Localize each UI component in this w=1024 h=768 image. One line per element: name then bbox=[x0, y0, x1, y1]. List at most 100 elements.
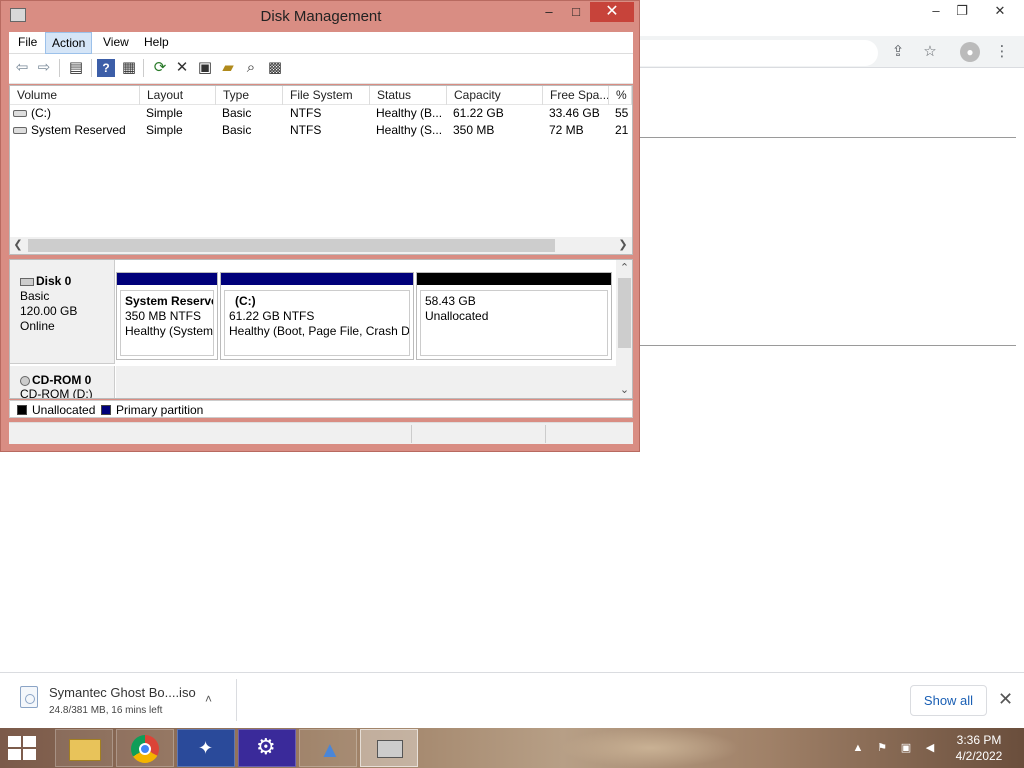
menu-file[interactable]: File bbox=[12, 32, 43, 54]
network-icon[interactable]: ▣ bbox=[898, 740, 914, 756]
table-row[interactable]: (C:) Simple Basic NTFS Healthy (B... 61.… bbox=[10, 105, 632, 122]
column-header-capacity[interactable]: Capacity bbox=[447, 86, 543, 105]
volume-list-header: Volume Layout Type File System Status Ca… bbox=[10, 86, 632, 105]
percent-free-cell: 21 bbox=[615, 123, 629, 137]
clock[interactable]: 3:36 PM 4/2/2022 bbox=[948, 732, 1010, 764]
partition-bar bbox=[221, 273, 413, 285]
delete-icon[interactable]: ✕ bbox=[173, 59, 191, 77]
console-tree-icon[interactable]: ▤ bbox=[67, 59, 85, 77]
cdrom-0-info[interactable]: CD-ROM 0 CD-ROM (D:) bbox=[10, 366, 115, 398]
disk-properties-icon[interactable]: ▩ bbox=[266, 59, 284, 77]
partition-status: Healthy (Boot, Page File, Crash Du bbox=[229, 324, 410, 338]
legend: Unallocated Primary partition bbox=[9, 400, 633, 418]
disk-size: 120.00 GB bbox=[20, 304, 78, 318]
close-download-bar-icon[interactable]: ✕ bbox=[998, 689, 1013, 710]
show-all-button[interactable]: Show all bbox=[910, 685, 987, 716]
settings-icon[interactable]: ▣ bbox=[196, 59, 214, 77]
capacity-cell: 350 MB bbox=[453, 123, 495, 137]
partition-size: 61.22 GB NTFS bbox=[229, 309, 315, 323]
forward-icon[interactable]: ⇨ bbox=[35, 59, 53, 77]
chrome-icon[interactable] bbox=[116, 729, 174, 767]
menu-action[interactable]: Action bbox=[45, 32, 93, 54]
close-button[interactable]: ✕ bbox=[590, 2, 634, 22]
app-icon[interactable]: ✦ bbox=[177, 729, 235, 767]
open-icon[interactable]: ▰ bbox=[219, 59, 237, 77]
status-separator bbox=[411, 425, 412, 443]
browser-minimize-button[interactable]: – bbox=[926, 2, 946, 20]
back-icon[interactable]: ⇦ bbox=[13, 59, 31, 77]
kebab-menu-icon[interactable]: ⋮ bbox=[994, 44, 1010, 60]
file-icon bbox=[20, 686, 38, 708]
scrollbar-thumb[interactable] bbox=[618, 278, 631, 348]
chevron-up-icon[interactable]: ˄ bbox=[205, 692, 212, 706]
divider bbox=[638, 137, 1016, 138]
partition-c[interactable]: (C:) 61.22 GB NTFS Healthy (Boot, Page F… bbox=[220, 272, 414, 360]
clock-date: 4/2/2022 bbox=[955, 749, 1003, 763]
column-header-percent-free[interactable]: % F bbox=[609, 86, 632, 105]
legend-label-primary: Primary partition bbox=[116, 403, 204, 417]
status-bar bbox=[9, 422, 633, 444]
partition-status: Unallocated bbox=[425, 309, 489, 323]
column-header-layout[interactable]: Layout bbox=[140, 86, 216, 105]
scroll-up-icon[interactable]: ⌃ bbox=[616, 260, 632, 276]
column-header-status[interactable]: Status bbox=[370, 86, 447, 105]
disk-0-info[interactable]: Disk 0 Basic 120.00 GB Online bbox=[10, 260, 115, 364]
volume-list: Volume Layout Type File System Status Ca… bbox=[9, 85, 633, 255]
taskbar: ✦ ⚙ ▲ ▲ ⚑ ▣ ◀ 3:36 PM 4/2/2022 bbox=[0, 728, 1024, 768]
star-icon[interactable]: ☆ bbox=[922, 44, 938, 60]
scroll-left-icon[interactable]: ❮ bbox=[10, 237, 26, 254]
windows-start-icon[interactable] bbox=[8, 736, 38, 760]
column-header-free-space[interactable]: Free Spa... bbox=[543, 86, 609, 105]
properties-icon[interactable]: ▦ bbox=[120, 59, 138, 77]
show-hidden-icons-icon[interactable]: ▲ bbox=[850, 740, 866, 756]
partition-name: (C:) bbox=[235, 294, 256, 308]
scroll-right-icon[interactable]: ❯ bbox=[615, 237, 631, 254]
minimize-button[interactable]: – bbox=[539, 2, 559, 22]
app-blue-icon[interactable]: ▲ bbox=[299, 729, 357, 767]
column-header-type[interactable]: Type bbox=[216, 86, 283, 105]
horizontal-scrollbar[interactable]: ❮ ❯ bbox=[10, 237, 632, 254]
disk-management-icon[interactable] bbox=[360, 729, 418, 767]
download-filename[interactable]: Symantec Ghost Bo....iso bbox=[49, 685, 196, 700]
column-header-volume[interactable]: Volume bbox=[10, 86, 140, 105]
flag-icon[interactable]: ⚑ bbox=[874, 740, 890, 756]
rescan-icon[interactable]: ⌕ bbox=[242, 59, 260, 77]
cdrom-area bbox=[116, 366, 616, 398]
menu-view[interactable]: View bbox=[97, 32, 135, 54]
refresh-icon[interactable]: ⟳ bbox=[151, 59, 169, 77]
address-bar[interactable] bbox=[638, 40, 878, 66]
profile-icon[interactable]: ● bbox=[960, 42, 980, 62]
free-space-cell: 33.46 GB bbox=[549, 106, 600, 120]
toolbar-separator bbox=[143, 59, 144, 77]
disk-type: Basic bbox=[20, 289, 50, 303]
partition-unallocated[interactable]: 58.43 GB Unallocated bbox=[416, 272, 612, 360]
partition-system-reserved[interactable]: System Reserve 350 MB NTFS Healthy (Syst… bbox=[116, 272, 218, 360]
share-icon[interactable]: ⇪ bbox=[890, 44, 906, 60]
layout-cell: Simple bbox=[146, 106, 183, 120]
toolbar-separator bbox=[59, 59, 60, 77]
file-explorer-icon[interactable] bbox=[55, 729, 113, 767]
type-cell: Basic bbox=[222, 123, 252, 137]
vertical-scrollbar[interactable]: ⌃ ⌄ bbox=[616, 260, 632, 398]
column-header-file-system[interactable]: File System bbox=[283, 86, 370, 105]
menu-help[interactable]: Help bbox=[138, 32, 175, 54]
help-icon[interactable]: ? bbox=[97, 59, 115, 77]
scrollbar-thumb[interactable] bbox=[28, 239, 555, 252]
settings-icon[interactable]: ⚙ bbox=[238, 729, 296, 767]
disk-graphical-view: Disk 0 Basic 120.00 GB Online System Res… bbox=[9, 259, 633, 399]
browser-restore-button[interactable]: ❐ bbox=[952, 2, 972, 20]
legend-swatch-unallocated bbox=[17, 405, 27, 415]
window-titlebar[interactable]: Disk Management – □ ✕ bbox=[1, 1, 639, 31]
scroll-down-icon[interactable]: ⌄ bbox=[616, 382, 632, 398]
browser-close-button[interactable]: ✕ bbox=[988, 2, 1012, 20]
fs-cell: NTFS bbox=[290, 123, 322, 137]
disk-state: Online bbox=[20, 319, 55, 333]
type-cell: Basic bbox=[222, 106, 252, 120]
maximize-button[interactable]: □ bbox=[565, 2, 587, 22]
toolbar: ⇦ ⇨ ▤ ? ▦ ⟳ ✕ ▣ ▰ ⌕ ▩ bbox=[9, 54, 633, 84]
disk-icon bbox=[20, 277, 34, 286]
volume-muted-icon[interactable]: ◀ bbox=[922, 740, 938, 756]
table-row[interactable]: System Reserved Simple Basic NTFS Health… bbox=[10, 122, 632, 139]
status-separator bbox=[545, 425, 546, 443]
partition-status: Healthy (System, bbox=[125, 324, 214, 338]
